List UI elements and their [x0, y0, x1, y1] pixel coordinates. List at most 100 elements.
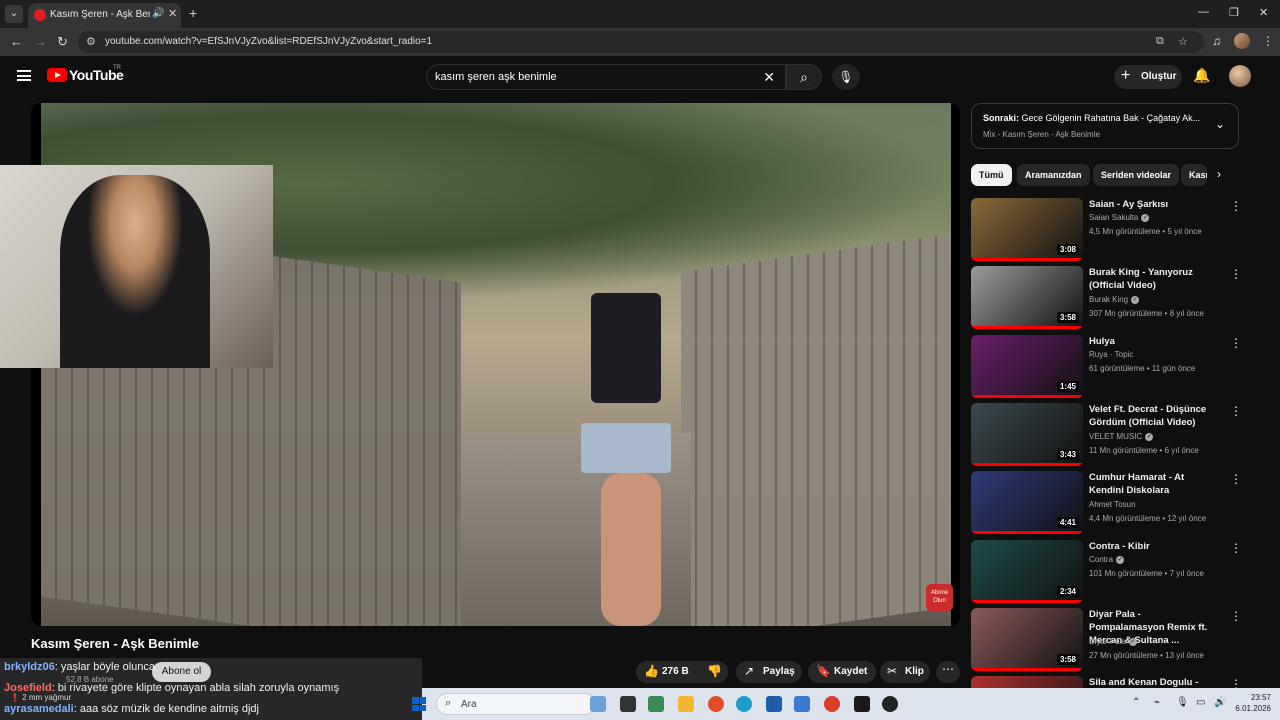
tray-expand-icon[interactable]: ⌃ — [1132, 697, 1140, 708]
obs-app-icon[interactable] — [882, 696, 898, 712]
notifications-bell-icon[interactable]: 🔔 — [1193, 67, 1210, 84]
search-input[interactable]: kasım şeren aşk benimle ✕ — [426, 64, 786, 90]
forward-icon[interactable]: → — [34, 34, 47, 49]
microphone-tray-icon[interactable]: 🎙 — [1176, 697, 1189, 708]
back-icon[interactable]: ← — [10, 34, 23, 49]
channel-name[interactable]: Contra ✓ — [1089, 555, 1125, 564]
taskbar-search[interactable]: ⌕ Ara — [436, 693, 596, 715]
tab-search-button[interactable]: ⌄ — [5, 5, 23, 23]
file-explorer-icon[interactable] — [678, 696, 694, 712]
video-thumbnail[interactable]: 2:34 — [971, 540, 1083, 603]
widgets-app-icon[interactable] — [590, 696, 606, 712]
search-button[interactable]: ⌕ — [786, 64, 822, 90]
recommended-video[interactable]: 2:34 Contra - Kibir Contra ✓ 101 Mn görüntül… — [971, 540, 1242, 603]
chevron-right-icon[interactable]: › — [1217, 167, 1221, 181]
account-avatar[interactable] — [1229, 65, 1251, 87]
video-thumbnail[interactable]: 3:43 — [971, 403, 1083, 466]
video-thumbnail[interactable]: 3:08 — [971, 198, 1083, 261]
chip-channel[interactable]: Kasım Şeren — [1181, 164, 1207, 186]
start-windows-icon[interactable] — [412, 697, 426, 711]
recommended-video-title[interactable]: Cumhur Hamarat - At Kendini Diskolara — [1089, 471, 1217, 497]
display-icon[interactable]: ▭ — [1196, 697, 1205, 708]
mail-app-icon[interactable] — [794, 696, 810, 712]
channel-name[interactable]: Ahmet Tosun — [1089, 500, 1136, 509]
address-bar[interactable]: ⚙ youtube.com/watch?v=EfSJnVJyZvo&list=R… — [78, 31, 1204, 53]
video-thumbnail[interactable] — [971, 676, 1083, 688]
more-vertical-icon[interactable]: ⋮ — [1230, 404, 1242, 418]
clear-search-icon[interactable]: ✕ — [763, 69, 775, 86]
speaker-icon[interactable]: 🔊 — [152, 8, 164, 19]
recommended-video[interactable]: 4:41 Cumhur Hamarat - At Kendini Diskolar… — [971, 471, 1242, 534]
search-query[interactable]: kasım şeren aşk benimle — [435, 71, 557, 83]
site-info-icon[interactable]: ⚙ — [86, 35, 96, 48]
install-app-icon[interactable]: ⧉ — [1156, 35, 1164, 48]
clip-button[interactable]: ✂ Klip — [880, 661, 930, 683]
dislike-button[interactable]: 👎 — [698, 661, 728, 683]
chip-from-search[interactable]: Aramanızdan — [1017, 164, 1090, 186]
recommended-video[interactable]: 3:43 Velet Ft. Decrat - Düşünce Gördüm (O… — [971, 403, 1242, 466]
recommended-video-title[interactable]: Hulya — [1089, 335, 1217, 348]
subscribe-button[interactable]: Abone ol — [152, 662, 211, 682]
profile-avatar[interactable] — [1234, 33, 1250, 49]
recommended-video[interactable]: 3:08 Saian - Ay Şarkısı Saian Sakulta ✓ 4,5 … — [971, 198, 1242, 261]
store-app-icon[interactable] — [648, 696, 664, 712]
task-view-icon[interactable] — [620, 696, 636, 712]
create-button[interactable]: + Oluştur — [1114, 65, 1182, 89]
more-vertical-icon[interactable]: ⋮ — [1230, 267, 1242, 281]
recommended-video-title[interactable]: Velet Ft. Decrat - Düşünce Gördüm (Offic… — [1089, 403, 1217, 429]
browser-tab[interactable]: Kasım Şeren - Aşk Benimle 🔊 ✕ — [28, 3, 181, 28]
volume-icon[interactable]: 🔊 — [1214, 697, 1226, 708]
recommended-video-title[interactable]: Contra - Kibir — [1089, 540, 1217, 553]
more-vertical-icon[interactable]: ⋮ — [1230, 609, 1242, 623]
subscribe-watermark[interactable]: Abone Olun — [926, 584, 953, 611]
reload-icon[interactable]: ↻ — [57, 34, 68, 50]
recommended-video-title[interactable]: Saian - Ay Şarkısı — [1089, 198, 1217, 211]
more-vertical-icon[interactable]: ⋮ — [1230, 199, 1242, 213]
chrome-menu-icon[interactable]: ⋮ — [1262, 34, 1274, 48]
network-icon[interactable]: ⌁ — [1154, 697, 1160, 708]
menu-icon[interactable] — [17, 70, 31, 81]
recommended-video-title[interactable]: Sila and Kenan Dogulu - ...dan — [1089, 676, 1217, 688]
more-vertical-icon[interactable]: ⋮ — [1230, 472, 1242, 486]
chrome-app-icon[interactable] — [708, 696, 724, 712]
more-vertical-icon[interactable]: ⋮ — [1230, 677, 1241, 688]
chip-all[interactable]: Tümü — [971, 164, 1012, 186]
more-vertical-icon[interactable]: ⋮ — [1230, 336, 1242, 350]
new-tab-icon[interactable]: + — [189, 5, 197, 21]
calendar-app-icon[interactable] — [766, 696, 782, 712]
recommended-video[interactable]: Sila and Kenan Dogulu - ...dan ⋮ — [971, 676, 1241, 688]
channel-name[interactable]: Ruya - Topic — [1089, 350, 1133, 359]
minimize-icon[interactable]: — — [1198, 6, 1209, 18]
channel-name[interactable]: Saian Sakulta ✓ — [1089, 213, 1150, 222]
recommended-video[interactable]: 1:45 Hulya Ruya - Topic 61 görüntüleme • 11… — [971, 335, 1242, 398]
channel-name[interactable]: Diyar Pala ✓ — [1089, 637, 1137, 646]
edge-app-icon[interactable] — [736, 696, 752, 712]
save-button[interactable]: 🔖 Kaydet — [808, 661, 876, 683]
system-clock[interactable]: 23:57 6.01.2026 — [1229, 692, 1271, 714]
recommended-video-title[interactable]: Burak King - Yanıyoruz (Official Video) — [1089, 266, 1217, 292]
restore-icon[interactable]: ❐ — [1229, 6, 1239, 19]
video-thumbnail[interactable]: 3:58 — [971, 608, 1083, 671]
recommended-video[interactable]: 3:58 Diyar Pala - Pompalamasyon Remix ft.… — [971, 608, 1242, 671]
up-next-panel[interactable]: Sonraki: Gece Gölgenin Rahatına Bak - Ça… — [971, 103, 1239, 149]
channel-name[interactable]: VELET MUSIC ✓ — [1089, 432, 1154, 441]
youtube-logo-icon[interactable] — [47, 68, 67, 82]
video-thumbnail[interactable]: 3:58 — [971, 266, 1083, 329]
share-button[interactable]: ↗ Paylaş — [736, 661, 802, 683]
chevron-down-icon[interactable]: ⌄ — [1215, 117, 1225, 131]
video-thumbnail[interactable]: 1:45 — [971, 335, 1083, 398]
chip-series[interactable]: Seriden videolar — [1093, 164, 1180, 186]
recommended-video[interactable]: 3:58 Burak King - Yanıyoruz (Official Vid… — [971, 266, 1242, 329]
media-control-icon[interactable]: ♫ — [1212, 34, 1221, 48]
streaming-app-icon[interactable] — [854, 696, 870, 712]
window-close-icon[interactable]: ✕ — [1259, 6, 1268, 19]
voice-search-button[interactable]: 🎙 — [832, 64, 860, 90]
more-actions-button[interactable]: ⋯ — [936, 661, 960, 683]
bookmark-star-icon[interactable]: ☆ — [1178, 35, 1188, 48]
video-thumbnail[interactable]: 4:41 — [971, 471, 1083, 534]
close-tab-icon[interactable]: ✕ — [168, 7, 177, 20]
more-vertical-icon[interactable]: ⋮ — [1230, 541, 1242, 555]
chrome-pinned-icon[interactable] — [824, 696, 840, 712]
channel-name[interactable]: Burak King ✓ — [1089, 295, 1140, 304]
url-text[interactable]: youtube.com/watch?v=EfSJnVJyZvo&list=RDE… — [105, 36, 432, 47]
